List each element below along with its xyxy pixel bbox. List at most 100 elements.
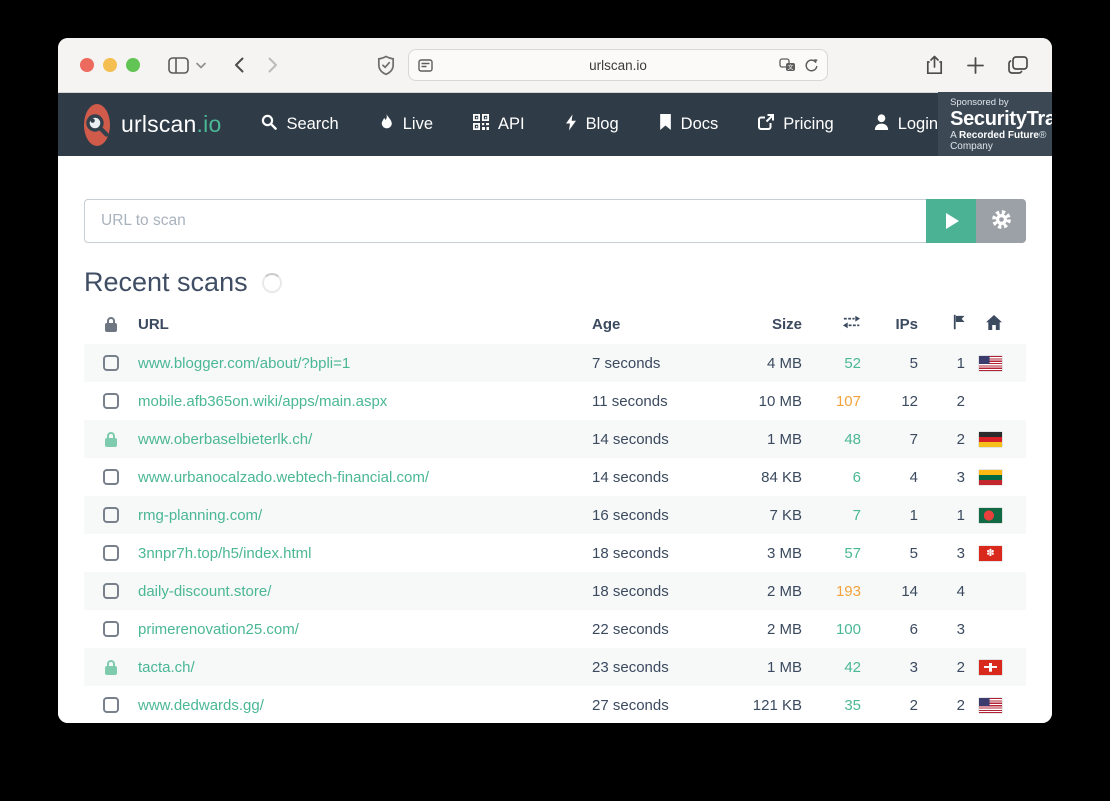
scan-url-link[interactable]: primerenovation25.com/ [138, 621, 592, 638]
scan-requests: 52 [802, 355, 861, 372]
ips-column-header[interactable]: IPs [861, 316, 918, 333]
lock-open-icon [103, 545, 119, 561]
scan-size: 1 MB [732, 431, 802, 448]
url-column-header[interactable]: URL [138, 316, 592, 333]
nav-item-login[interactable]: Login [874, 114, 938, 135]
nav-item-live[interactable]: Live [379, 114, 433, 136]
scan-requests: 42 [802, 659, 861, 676]
scan-countries: 2 [918, 393, 965, 410]
table-row[interactable]: rmg-planning.com/ 16 seconds 7 KB 7 1 1 [84, 496, 1026, 534]
lock-closed-icon [104, 431, 118, 447]
scan-ips: 7 [861, 431, 918, 448]
share-icon[interactable] [926, 55, 943, 76]
nav-item-api[interactable]: API [473, 114, 525, 135]
user-icon [874, 114, 889, 135]
url-to-scan-input[interactable] [84, 199, 926, 243]
sponsor-badge[interactable]: Sponsored by SecurityTrails A Recorded F… [938, 92, 1052, 158]
nav-item-docs[interactable]: Docs [659, 114, 719, 135]
lock-open-icon [103, 507, 119, 523]
browser-window: urlscan.io 文 [58, 38, 1052, 723]
scan-age: 14 seconds [592, 431, 732, 448]
table-row[interactable]: www.blogger.com/about/?bpli=1 7 seconds … [84, 344, 1026, 382]
lock-header-icon[interactable] [84, 316, 138, 332]
close-window-button[interactable] [80, 58, 94, 72]
scan-size: 3 MB [732, 545, 802, 562]
zoom-window-button[interactable] [126, 58, 140, 72]
scans-table-body: www.blogger.com/about/?bpli=1 7 seconds … [84, 344, 1026, 723]
lock-closed-icon [104, 659, 118, 675]
table-row[interactable]: mobile.afb365on.wiki/apps/main.aspx 11 s… [84, 382, 1026, 420]
scan-countries: 4 [918, 583, 965, 600]
lock-open-icon [103, 355, 119, 371]
address-bar-text[interactable]: urlscan.io [409, 58, 827, 73]
bolt-icon [565, 114, 577, 136]
chevron-down-icon[interactable] [196, 62, 206, 69]
country-flag [979, 394, 1002, 409]
requests-column-header[interactable] [802, 315, 861, 333]
scan-url-link[interactable]: mobile.afb365on.wiki/apps/main.aspx [138, 393, 592, 410]
scan-url-link[interactable]: daily-discount.store/ [138, 583, 592, 600]
size-column-header[interactable]: Size [732, 316, 802, 333]
back-button[interactable] [234, 57, 244, 73]
transfer-icon [842, 315, 861, 333]
address-bar[interactable]: urlscan.io 文 [408, 49, 828, 81]
table-row[interactable]: www.dedwards.gg/ 27 seconds 121 KB 35 2 … [84, 686, 1026, 723]
brand-link[interactable]: urlscan.io [121, 111, 221, 138]
age-column-header[interactable]: Age [592, 316, 732, 333]
scan-url-link[interactable]: rmg-planning.com/ [138, 507, 592, 524]
table-row[interactable]: www.urbanocalzado.webtech-financial.com/… [84, 458, 1026, 496]
scan-age: 23 seconds [592, 659, 732, 676]
nav-item-search[interactable]: Search [261, 114, 338, 135]
scan-requests: 6 [802, 469, 861, 486]
scan-age: 18 seconds [592, 583, 732, 600]
scan-options-button[interactable] [976, 199, 1026, 243]
scan-ips: 1 [861, 507, 918, 524]
urlscan-logo[interactable] [84, 104, 110, 146]
table-row[interactable]: daily-discount.store/ 18 seconds 2 MB 19… [84, 572, 1026, 610]
country-flag [979, 432, 1002, 447]
scan-requests: 7 [802, 507, 861, 524]
translate-icon[interactable]: 文 [779, 58, 796, 72]
country-flag [979, 660, 1002, 675]
page-country-column-header[interactable] [965, 315, 1002, 334]
scan-requests: 57 [802, 545, 861, 562]
privacy-shield-icon[interactable] [376, 55, 396, 76]
countries-column-header[interactable] [918, 314, 965, 334]
scan-form [84, 199, 1026, 243]
country-flag [979, 356, 1002, 371]
scan-submit-button[interactable] [926, 199, 976, 243]
sidebar-toggle-icon[interactable] [168, 57, 189, 74]
minimize-window-button[interactable] [103, 58, 117, 72]
table-row[interactable]: 3nnpr7h.top/h5/index.html 18 seconds 3 M… [84, 534, 1026, 572]
scan-url-link[interactable]: www.urbanocalzado.webtech-financial.com/ [138, 469, 592, 486]
scan-url-link[interactable]: www.dedwards.gg/ [138, 697, 592, 714]
nav-item-blog[interactable]: Blog [565, 114, 619, 136]
scan-size: 7 KB [732, 507, 802, 524]
scan-countries: 2 [918, 697, 965, 714]
svg-text:文: 文 [787, 63, 793, 71]
forward-button[interactable] [268, 57, 278, 73]
scan-requests: 48 [802, 431, 861, 448]
table-row[interactable]: tacta.ch/ 23 seconds 1 MB 42 3 2 [84, 648, 1026, 686]
new-tab-icon[interactable] [967, 57, 984, 74]
scan-url-link[interactable]: www.blogger.com/about/?bpli=1 [138, 355, 592, 372]
scan-size: 1 MB [732, 659, 802, 676]
lock-open-icon [103, 393, 119, 409]
nav-item-label: Search [286, 115, 338, 134]
scan-url-link[interactable]: tacta.ch/ [138, 659, 592, 676]
scan-ips: 3 [861, 659, 918, 676]
scan-size: 2 MB [732, 621, 802, 638]
sponsor-tagline: A Recorded Future® Company [950, 130, 1052, 152]
lock-open-icon [103, 583, 119, 599]
scan-url-link[interactable]: www.oberbaselbieterlk.ch/ [138, 431, 592, 448]
scan-url-link[interactable]: 3nnpr7h.top/h5/index.html [138, 545, 592, 562]
tab-overview-icon[interactable] [1008, 56, 1028, 74]
qrcode-icon [473, 114, 489, 135]
table-row[interactable]: www.oberbaselbieterlk.ch/ 14 seconds 1 M… [84, 420, 1026, 458]
brand-tld: .io [197, 111, 222, 138]
scan-countries: 3 [918, 621, 965, 638]
reload-icon[interactable] [804, 58, 818, 73]
table-row[interactable]: primerenovation25.com/ 22 seconds 2 MB 1… [84, 610, 1026, 648]
nav-item-pricing[interactable]: Pricing [758, 114, 833, 135]
gear-icon [991, 209, 1012, 233]
